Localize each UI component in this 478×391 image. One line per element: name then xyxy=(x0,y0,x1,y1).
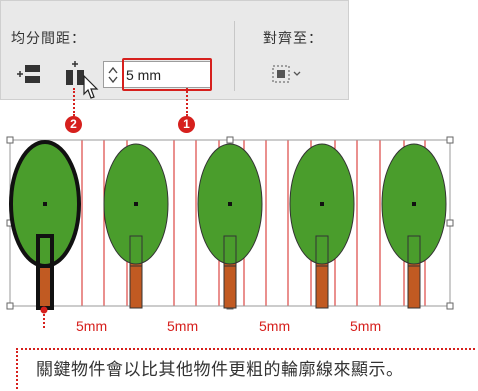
vertical-distribute-space-button[interactable] xyxy=(16,61,42,87)
tree-2 xyxy=(103,143,169,309)
callout-badge-1: 1 xyxy=(178,116,195,133)
gap-label: 5mm xyxy=(259,318,291,334)
align-to-key-object-icon xyxy=(272,65,301,83)
tree-key-object xyxy=(9,140,81,310)
callout-2-line xyxy=(73,88,75,116)
callout-badge-2: 2 xyxy=(65,116,82,133)
trees-illustration xyxy=(6,136,454,330)
stepper-arrows-icon[interactable] xyxy=(107,65,119,85)
vertical-distribute-space-icon xyxy=(17,65,40,83)
gap-label: 5mm xyxy=(76,318,108,334)
align-to-key-object-button[interactable] xyxy=(269,61,301,87)
tree-4 xyxy=(289,143,355,309)
callout-1-line xyxy=(186,88,188,116)
tree-5 xyxy=(381,143,447,309)
spacing-input-highlight xyxy=(122,58,212,91)
tree-3 xyxy=(197,143,263,309)
mouse-cursor-icon xyxy=(83,75,99,99)
align-panel: 均分間距： 對齊至： xyxy=(0,0,349,100)
distribute-spacing-label: 均分間距： xyxy=(11,30,86,46)
key-object-note: 關鍵物件會以比其他物件更粗的輪廓線來顯示。 xyxy=(36,360,404,380)
gap-label: 5mm xyxy=(350,318,382,334)
panel-divider xyxy=(234,21,235,91)
key-object-callout-dot xyxy=(40,306,48,314)
gap-label: 5mm xyxy=(167,318,199,334)
align-to-label: 對齊至： xyxy=(263,30,323,46)
